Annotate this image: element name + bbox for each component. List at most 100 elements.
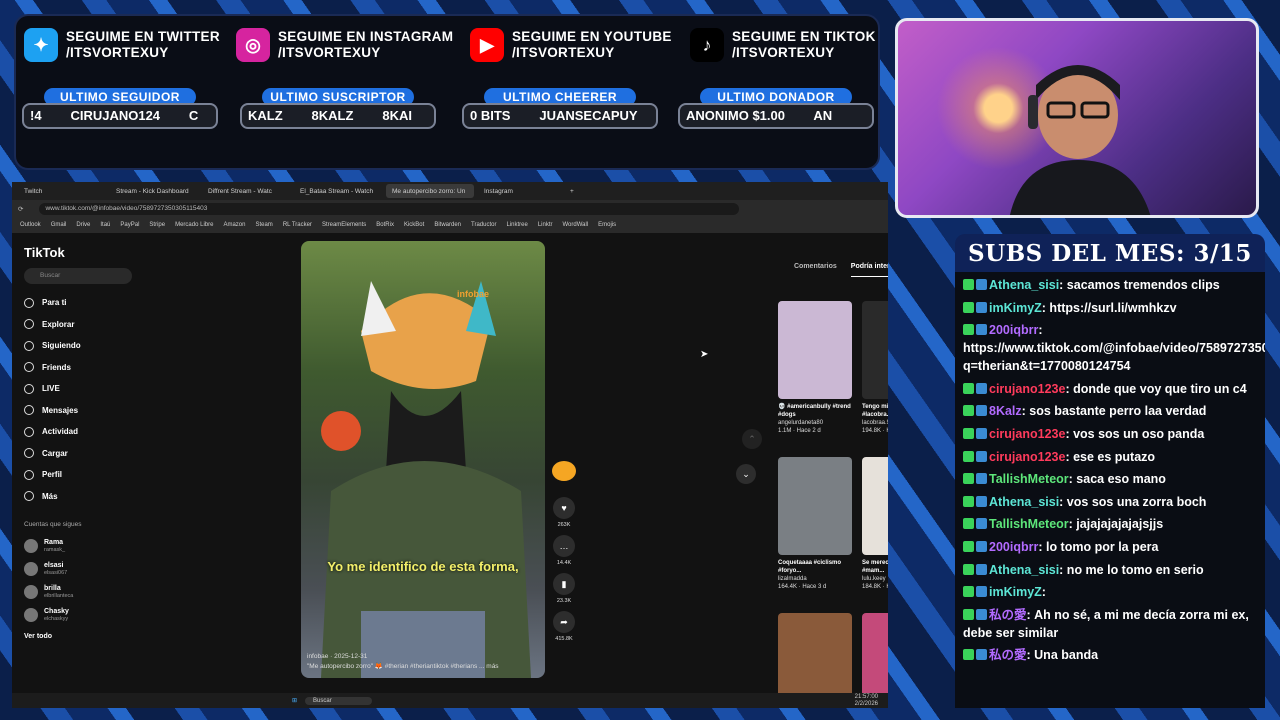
suggestion-user[interactable]: angelurdaneta80 [778, 419, 856, 427]
next-video-button[interactable]: ⌄ [736, 464, 756, 484]
bookmark-item[interactable]: Gmail [51, 222, 67, 228]
taskbar-search[interactable]: Buscar [305, 696, 372, 705]
ticker-value: !4 CIRUJANO124 C [22, 103, 218, 129]
bookmarks-bar: Outlook Gmail Drive Itaú PayPal Stripe Mercado… [12, 217, 888, 233]
bookmark-item[interactable]: StreamElements [322, 222, 366, 228]
panel-tab[interactable]: Comentarios [794, 263, 837, 277]
tiktok-logo[interactable]: TikTok [24, 245, 132, 260]
nav-item-6[interactable]: Actividad [24, 421, 132, 443]
see-all-link[interactable]: Ver todo [24, 626, 132, 648]
video-player[interactable]: infobae Yo me identifico de esta forma, … [301, 241, 545, 678]
avatar [24, 607, 38, 622]
windows-start-icon[interactable]: ⊞ [292, 697, 297, 704]
more-link[interactable]: más [486, 663, 498, 670]
bookmark-item[interactable]: Itaú [100, 222, 110, 228]
bookmark-item[interactable]: Stripe [149, 222, 165, 228]
followed-account[interactable]: Chasky elchaskyy [24, 603, 132, 626]
browser-tab[interactable]: Me autopercibo zorro: Un [386, 184, 474, 198]
chat-username[interactable]: TallishMeteor [989, 472, 1069, 486]
bookmark-item[interactable]: BotRix [376, 222, 394, 228]
bookmark-item[interactable]: WordWall [562, 222, 588, 228]
chat-username[interactable]: imKimyZ [989, 301, 1042, 315]
bookmark-item[interactable]: RL Tracker [283, 222, 312, 228]
bookmark-item[interactable]: Traductor [471, 222, 496, 228]
chat-username[interactable]: 200iqbrr [989, 323, 1038, 337]
nav-label: Siguiendo [42, 341, 81, 351]
chat-username[interactable]: 私の愛 [989, 648, 1027, 662]
nav-item-2[interactable]: Siguiendo [24, 335, 132, 357]
sub-badge-icon [963, 586, 974, 598]
share-icon[interactable]: ➦ [553, 611, 575, 633]
chat-username[interactable]: Athena_sisi [989, 495, 1059, 509]
suggestion-user[interactable]: lizalmadda [778, 575, 856, 583]
chat-text: : vos sos una zorra boch [1059, 494, 1207, 509]
social-handle: /ITSVORTEXUY [66, 45, 169, 60]
sub-badge-icon [963, 563, 974, 575]
nav-item-3[interactable]: Friends [24, 357, 132, 379]
video-author[interactable]: infobae · 2025-12-31 [307, 652, 499, 662]
bookmark-icon[interactable]: ▮ [553, 573, 575, 595]
chat-username[interactable]: cirujano123e [989, 450, 1065, 464]
chat-username[interactable]: cirujano123e [989, 427, 1065, 441]
new-tab-button[interactable]: + [570, 188, 574, 195]
chat-username[interactable]: Athena_sisi [989, 278, 1059, 292]
nav-item-5[interactable]: Mensajes [24, 400, 132, 422]
followed-account[interactable]: elsasi elsasi067 [24, 557, 132, 580]
nav-item-0[interactable]: Para ti [24, 292, 132, 314]
author-avatar[interactable] [552, 461, 576, 481]
bookmark-item[interactable]: Outlook [20, 222, 41, 228]
chat-username[interactable]: 200iqbrr [989, 540, 1038, 554]
chat-username[interactable]: cirujano123e [989, 382, 1065, 396]
comment-icon[interactable]: … [553, 535, 575, 557]
suggestion-user[interactable]: lulu.keey [862, 575, 888, 583]
bookmark-item[interactable]: PayPal [120, 222, 139, 228]
chat-username[interactable]: imKimyZ [989, 585, 1042, 599]
browser-tab[interactable]: Instagram [478, 184, 566, 198]
nav-item-4[interactable]: LIVE [24, 378, 132, 400]
bookmark-item[interactable]: Amazon [223, 222, 245, 228]
address-bar[interactable]: ⟳ www.tiktok.com/@infobae/video/75897273… [12, 200, 888, 217]
bookmark-item[interactable]: Bitwarden [434, 222, 461, 228]
chat-username[interactable]: 私の愛 [989, 608, 1027, 622]
url-field[interactable]: www.tiktok.com/@infobae/video/7589727350… [39, 202, 740, 215]
browser-tab[interactable]: Stream - Kick Dashboard [110, 184, 198, 198]
prev-video-button[interactable]: ⌃ [742, 429, 762, 449]
instagram-icon: ◎ [236, 28, 270, 62]
suggestion-user[interactable]: lacobraa.9 [862, 419, 888, 427]
heart-icon[interactable]: ♥ [553, 497, 575, 519]
chat-text: : no me lo tomo en serio [1059, 562, 1204, 577]
browser-tab[interactable]: Diffrent Stream - Watc [202, 184, 290, 198]
panel-tab[interactable]: Podría interesarte [850, 263, 888, 277]
mod-badge-icon [976, 540, 987, 552]
bookmark-item[interactable]: Emojis [598, 222, 616, 228]
chat-username[interactable]: Athena_sisi [989, 563, 1059, 577]
suggested-video-thumb[interactable] [862, 457, 888, 555]
bookmark-item[interactable]: KickBot [404, 222, 424, 228]
reload-icon[interactable]: ⟳ [18, 205, 23, 213]
followed-account[interactable]: brilla elbrillanteca [24, 580, 132, 603]
suggested-video-thumb[interactable] [778, 301, 852, 399]
bookmark-item[interactable]: Linktree [506, 222, 527, 228]
tab-bar: Twitch Stream - Kick Dashboard Diffrent St… [12, 182, 888, 200]
chat-username[interactable]: 8Kalz [989, 404, 1022, 418]
suggested-video-thumb[interactable] [778, 457, 852, 555]
bookmark-item[interactable]: Linktr [538, 222, 553, 228]
bookmark-item[interactable]: Steam [255, 222, 272, 228]
nav-item-7[interactable]: Cargar [24, 443, 132, 465]
chat-message: Athena_sisi: vos sos una zorra boch [963, 493, 1261, 511]
search-input[interactable]: Buscar [24, 268, 132, 284]
nav-item-8[interactable]: Perfil [24, 464, 132, 486]
chat-username[interactable]: TallishMeteor [989, 517, 1069, 531]
bookmark-item[interactable]: Mercado Libre [175, 222, 213, 228]
chat-text: : sacamos tremendos clips [1059, 278, 1220, 292]
nav-item-1[interactable]: Explorar [24, 314, 132, 336]
sub-badge-icon [963, 518, 974, 530]
bookmark-item[interactable]: Drive [76, 222, 90, 228]
nav-item-9[interactable]: Más [24, 486, 132, 508]
chat-text: : ese es putazo [1065, 449, 1156, 464]
browser-tab[interactable]: El_Bataa Stream - Watch [294, 184, 382, 198]
browser-tab[interactable]: Twitch [18, 184, 106, 198]
suggested-video-thumb[interactable] [862, 301, 888, 399]
followed-account[interactable]: Rama ramask_ [24, 534, 132, 557]
nav-label: LIVE [42, 384, 60, 394]
